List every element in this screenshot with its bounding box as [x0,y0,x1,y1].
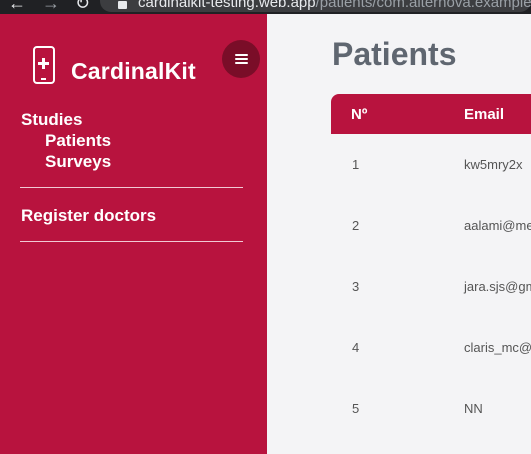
column-header-email[interactable]: Email [464,106,504,123]
cell-email: claris_mc@ [464,340,531,355]
patients-table: Nº Email 1 kw5mry2x 2 aalami@me 3 jara.s… [331,94,531,439]
main-content: Patients Nº Email 1 kw5mry2x 2 aalami@me… [267,14,531,454]
cell-number: 1 [352,157,360,172]
sidebar-item-register-doctors[interactable]: Register doctors [21,206,156,226]
cell-email: aalami@me [464,218,531,233]
forward-arrow-icon[interactable]: → [42,0,60,12]
cell-email: jara.sjs@gm [464,279,531,294]
phone-medical-icon [33,46,55,84]
back-arrow-icon[interactable]: ← [8,0,26,12]
sidebar: CardinalKit Studies Patients Surveys Reg… [0,14,267,454]
sidebar-item-surveys[interactable]: Surveys [45,152,111,172]
table-row[interactable]: 4 claris_mc@ [331,317,531,378]
sidebar-item-studies[interactable]: Studies [21,110,82,130]
table-header: Nº Email [331,94,531,134]
cell-number: 5 [352,401,360,416]
divider [20,241,243,242]
sidebar-item-patients[interactable]: Patients [45,131,111,151]
reload-icon[interactable]: ↻ [75,0,90,12]
table-row[interactable]: 2 aalami@me [331,195,531,256]
brand-name: CardinalKit [71,58,196,84]
cell-email: NN [464,401,483,416]
cell-number: 4 [352,340,360,355]
lock-icon [118,1,127,9]
cell-number: 3 [352,279,360,294]
divider [20,187,243,188]
hamburger-menu-icon [234,54,248,64]
browser-toolbar: ← → ↻ cardinalkit-testing.web.app/patien… [0,0,531,14]
cell-number: 2 [352,218,360,233]
column-header-number[interactable]: Nº [351,106,367,123]
url-path: /patients/com.alternova.example [315,0,531,11]
url-host: cardinalkit-testing.web.app [138,0,316,11]
table-row[interactable]: 1 kw5mry2x [331,134,531,195]
address-url[interactable]: cardinalkit-testing.web.app/patients/com… [138,0,531,11]
menu-toggle-button[interactable] [222,40,260,78]
cell-email: kw5mry2x [464,157,523,172]
table-row[interactable]: 5 NN [331,378,531,439]
table-row[interactable]: 3 jara.sjs@gm [331,256,531,317]
page-title: Patients [332,36,457,72]
